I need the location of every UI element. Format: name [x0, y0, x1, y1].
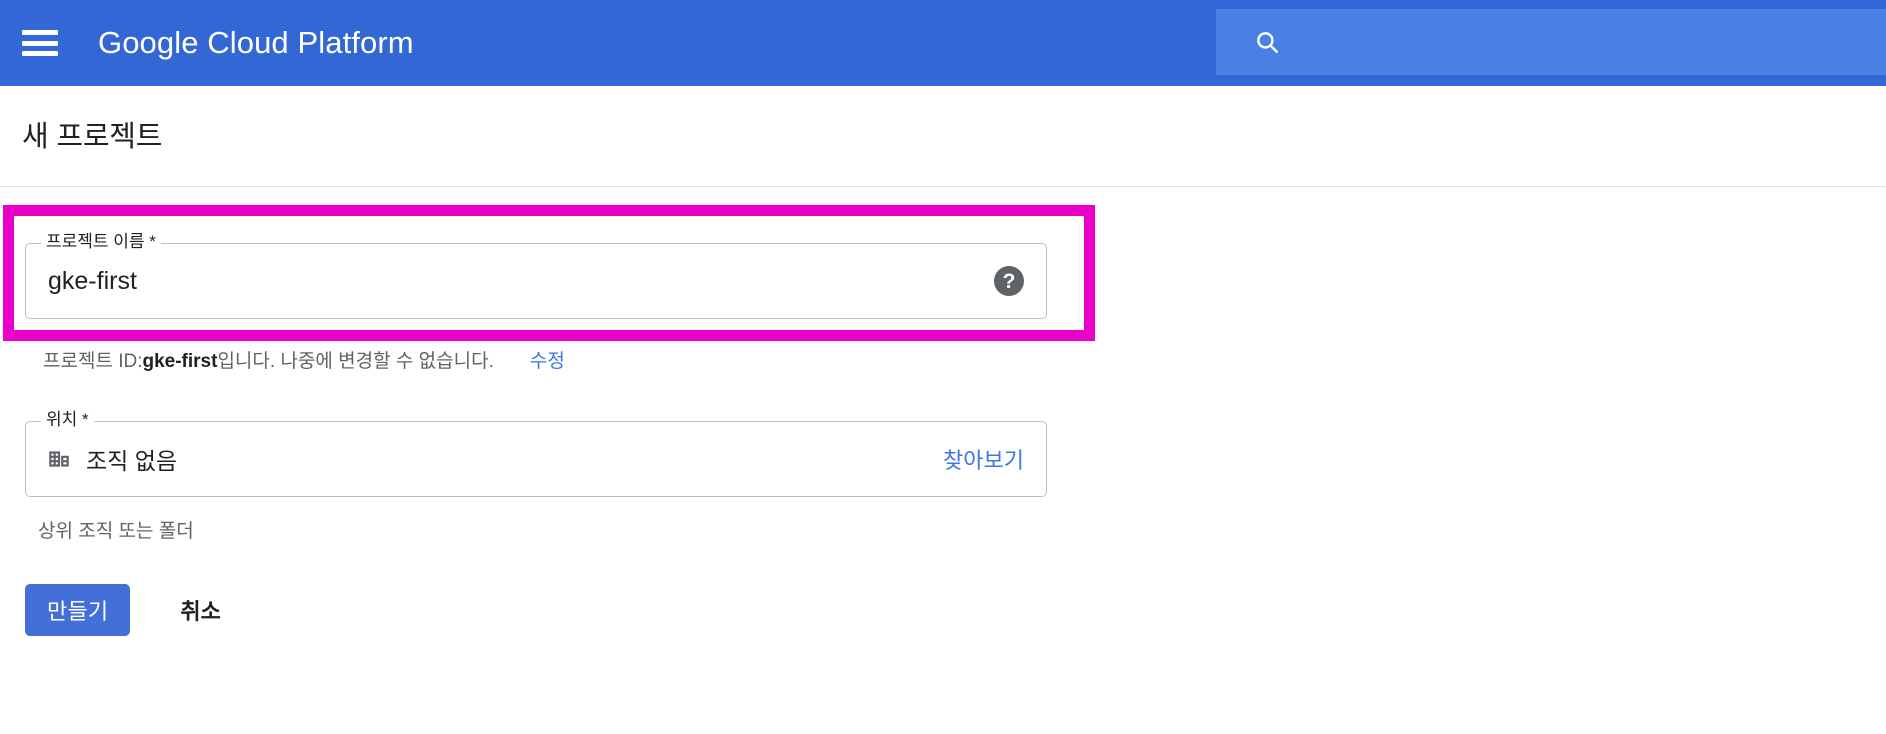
- brand-title: Google Cloud Platform: [98, 25, 414, 60]
- project-name-field[interactable]: ? 프로젝트 이름 *: [25, 232, 1047, 319]
- location-hint: 상위 조직 또는 폴더: [38, 521, 194, 542]
- browse-location-link[interactable]: 찾아보기: [943, 443, 1024, 475]
- hamburger-bar-1: [22, 30, 58, 35]
- location-label: 위치 *: [41, 410, 94, 430]
- help-circle-icon[interactable]: ?: [994, 266, 1024, 296]
- search-icon: [1254, 29, 1280, 55]
- project-name-input[interactable]: [46, 259, 976, 303]
- domain-building-icon: [46, 446, 72, 472]
- global-search-bar[interactable]: [1216, 9, 1886, 75]
- edit-project-id-link[interactable]: 수정: [530, 346, 565, 373]
- location-field[interactable]: 조직 없음 찾아보기 위치 *: [25, 410, 1047, 497]
- form-actions: 만들기 취소: [25, 584, 239, 636]
- app-header: Google Cloud Platform: [0, 0, 1886, 86]
- search-input[interactable]: [1298, 22, 1818, 62]
- location-outline[interactable]: 조직 없음 찾아보기: [25, 421, 1047, 497]
- location-value: 조직 없음: [86, 448, 178, 474]
- page-title: 새 프로젝트: [22, 121, 163, 153]
- hamburger-bar-2: [22, 40, 58, 46]
- location-value-group: 조직 없음: [46, 442, 943, 476]
- hamburger-bar-3: [22, 51, 58, 56]
- cancel-button[interactable]: 취소: [162, 584, 238, 636]
- hamburger-menu-icon[interactable]: [22, 30, 58, 56]
- project-id-suffix: 입니다. 나중에 변경할 수 없습니다.: [217, 351, 494, 372]
- project-name-label: 프로젝트 이름 *: [41, 232, 161, 252]
- project-name-outline[interactable]: ?: [25, 243, 1047, 319]
- header-divider: [0, 186, 1886, 187]
- project-id-hint: 프로젝트 ID: gke-first 입니다. 나중에 변경할 수 없습니다. …: [43, 346, 565, 373]
- create-button[interactable]: 만들기: [25, 584, 131, 636]
- project-id-prefix: 프로젝트 ID:: [43, 351, 143, 372]
- project-id-value: gke-first: [142, 351, 218, 372]
